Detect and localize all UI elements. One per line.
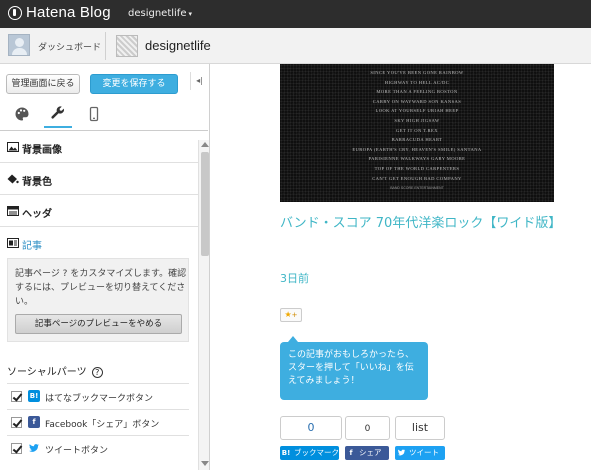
brand-name: Hatena Blog bbox=[26, 4, 111, 21]
blog-preview: SINCE YOU'VE BEEN GONE RAINBOW HIGHWAY TO… bbox=[211, 64, 591, 470]
scroll-up-icon[interactable] bbox=[201, 142, 209, 147]
hero-text: SINCE YOU'VE BEEN GONE RAINBOW HIGHWAY TO… bbox=[280, 68, 554, 183]
hero-line: EUROPA (EARTH'S CRY, HEAVEN'S SMILE) SAN… bbox=[352, 146, 482, 152]
hatena-bookmark-icon: B! bbox=[281, 449, 291, 457]
sidebar-tabs bbox=[0, 100, 209, 130]
plus-icon: + bbox=[291, 311, 298, 319]
header-icon bbox=[7, 206, 19, 216]
list-item[interactable]: ツイートボタン bbox=[7, 435, 189, 461]
dashboard-link[interactable]: ダッシュボード bbox=[38, 40, 101, 53]
twitter-bird-icon bbox=[28, 442, 40, 454]
hatena-logo-icon bbox=[8, 5, 22, 20]
article-icon bbox=[7, 238, 19, 248]
blog-title[interactable]: designetlife bbox=[145, 38, 211, 53]
post-title-link[interactable]: バンド・スコア 70年代洋楽ロック【ワイド版】 bbox=[280, 212, 561, 231]
hatena-bookmark-icon: B! bbox=[28, 390, 40, 402]
twitter-bird-icon bbox=[395, 446, 407, 460]
help-circle-icon[interactable]: ? bbox=[91, 367, 103, 378]
tab-design[interactable] bbox=[8, 100, 36, 128]
tab-customize[interactable] bbox=[44, 100, 72, 128]
section-label: 記事 bbox=[22, 241, 42, 252]
collapse-sidebar-icon[interactable]: ◂| bbox=[190, 72, 208, 90]
facebook-share-count[interactable]: 0 bbox=[345, 416, 390, 440]
palette-icon bbox=[15, 107, 29, 121]
design-sidebar: 管理画面に戻る 変更を保存する ◂| 背景画像 背景色 ヘッダ 記事 記事ページ… bbox=[0, 64, 210, 470]
social-parts-label: ソーシャルパーツ bbox=[7, 367, 87, 378]
star-tooltip: この記事がおもしろかったら、スターを押して「いいね」を伝えてみましょう！ bbox=[280, 336, 428, 400]
count-value: 0 bbox=[307, 421, 315, 434]
section-background-color[interactable]: 背景色 bbox=[0, 163, 198, 195]
facebook-icon: f bbox=[28, 416, 40, 428]
list-item[interactable]: B! はてなブックマークボタン bbox=[7, 383, 189, 409]
social-item-label: はてなブックマークボタン bbox=[45, 394, 154, 404]
share-label: シェア bbox=[359, 448, 382, 457]
social-parts-list: B! はてなブックマークボタン f Facebook「シェア」ボタン ツイートボ… bbox=[7, 383, 189, 461]
facebook-icon: f bbox=[349, 449, 353, 457]
list-item[interactable]: f Facebook「シェア」ボタン bbox=[7, 409, 189, 435]
fill-icon bbox=[7, 174, 19, 184]
tweet-button[interactable]: ツイート bbox=[395, 446, 445, 460]
scroll-down-icon[interactable] bbox=[201, 461, 209, 466]
list-button[interactable]: list bbox=[395, 416, 445, 440]
top-bar: Hatena Blog designetlife ▾ bbox=[0, 0, 591, 28]
article-help-box: 記事ページ ? をカスタマイズします。確認するには、プレビューを切り替えてくださ… bbox=[7, 258, 189, 342]
hatena-blog-logo[interactable]: Hatena Blog bbox=[8, 4, 111, 21]
hero-credit: BAND SCORE ENTERTAINMENT bbox=[390, 186, 444, 190]
hatena-bookmark-button[interactable]: B! ブックマーク bbox=[280, 446, 339, 460]
blog-selector[interactable]: designetlife ▾ bbox=[128, 8, 192, 19]
share-label: ツイート bbox=[409, 448, 439, 457]
hero-line: GET IT ON T.REX bbox=[396, 127, 438, 133]
facebook-share-button[interactable]: f シェア bbox=[345, 446, 389, 460]
back-to-admin-button[interactable]: 管理画面に戻る bbox=[6, 74, 80, 94]
wrench-icon bbox=[51, 106, 64, 119]
facebook-share-checkbox[interactable] bbox=[11, 417, 22, 428]
help-text: 記事ページ ? をカスタマイズします。確認するには、プレビューを切り替えてくださ… bbox=[15, 269, 187, 307]
caret-down-icon: ▾ bbox=[188, 10, 192, 18]
hero-line: MORE THAN A FEELING BOSTON bbox=[376, 89, 458, 95]
customize-sections: 背景画像 背景色 ヘッダ 記事 bbox=[0, 131, 198, 259]
header: ダッシュボード designetlife bbox=[0, 28, 591, 64]
hatena-bookmark-checkbox[interactable] bbox=[11, 391, 22, 402]
tweet-checkbox[interactable] bbox=[11, 443, 22, 454]
hero-line: SINCE YOU'VE BEEN GONE RAINBOW bbox=[370, 70, 464, 75]
section-label: ヘッダ bbox=[22, 209, 52, 220]
section-article[interactable]: 記事 bbox=[0, 227, 198, 259]
tab-smartphone[interactable] bbox=[80, 100, 108, 128]
stop-article-preview-button[interactable]: 記事ページのプレビューをやめる bbox=[15, 314, 182, 334]
divider bbox=[105, 32, 106, 60]
hero-line: SKY HIGH JIGSAW bbox=[394, 117, 440, 123]
hero-line: CAN'T GET ENOUGH BAD COMPANY bbox=[372, 175, 462, 181]
avatar[interactable] bbox=[8, 34, 30, 56]
hero-line: HIGHWAY TO HELL AC/DC bbox=[384, 79, 450, 85]
hatena-bookmark-count[interactable]: 0 bbox=[280, 416, 342, 440]
list-label: list bbox=[411, 421, 429, 434]
hero-line: PARISIENNE WALKWAYS GARY MOORE bbox=[368, 156, 466, 162]
blog-selector-label: designetlife bbox=[128, 8, 187, 19]
post-hero-image: SINCE YOU'VE BEEN GONE RAINBOW HIGHWAY TO… bbox=[280, 64, 554, 202]
social-parts-heading: ソーシャルパーツ ? bbox=[7, 363, 103, 378]
section-label: 背景画像 bbox=[22, 145, 62, 156]
section-label: 背景色 bbox=[22, 177, 52, 188]
image-icon bbox=[7, 142, 19, 152]
social-item-label: Facebook「シェア」ボタン bbox=[45, 420, 160, 430]
blog-icon[interactable] bbox=[116, 35, 138, 57]
scroll-thumb[interactable] bbox=[201, 152, 209, 256]
hero-line: CARRY ON WAYWARD SON KANSAS bbox=[372, 98, 462, 104]
hero-line: TOP OF THE WORLD CARPENTERS bbox=[374, 165, 460, 171]
smartphone-icon bbox=[89, 106, 99, 122]
save-changes-button[interactable]: 変更を保存する bbox=[90, 74, 178, 94]
add-star-button[interactable]: ★+ bbox=[280, 308, 302, 322]
hero-line: LOOK AT YOURSELF URIAH HEEP bbox=[375, 108, 459, 114]
star-icon: ★ bbox=[284, 310, 292, 319]
sidebar-scrollbar[interactable] bbox=[198, 140, 209, 470]
social-item-label: ツイートボタン bbox=[45, 446, 109, 456]
count-value: 0 bbox=[364, 424, 371, 434]
share-label: ブックマーク bbox=[294, 448, 339, 457]
section-background-image[interactable]: 背景画像 bbox=[0, 131, 198, 163]
post-date-link[interactable]: 3日前 bbox=[280, 270, 309, 286]
section-header[interactable]: ヘッダ bbox=[0, 195, 198, 227]
hero-line: BARRACUDA HEART bbox=[391, 137, 443, 143]
